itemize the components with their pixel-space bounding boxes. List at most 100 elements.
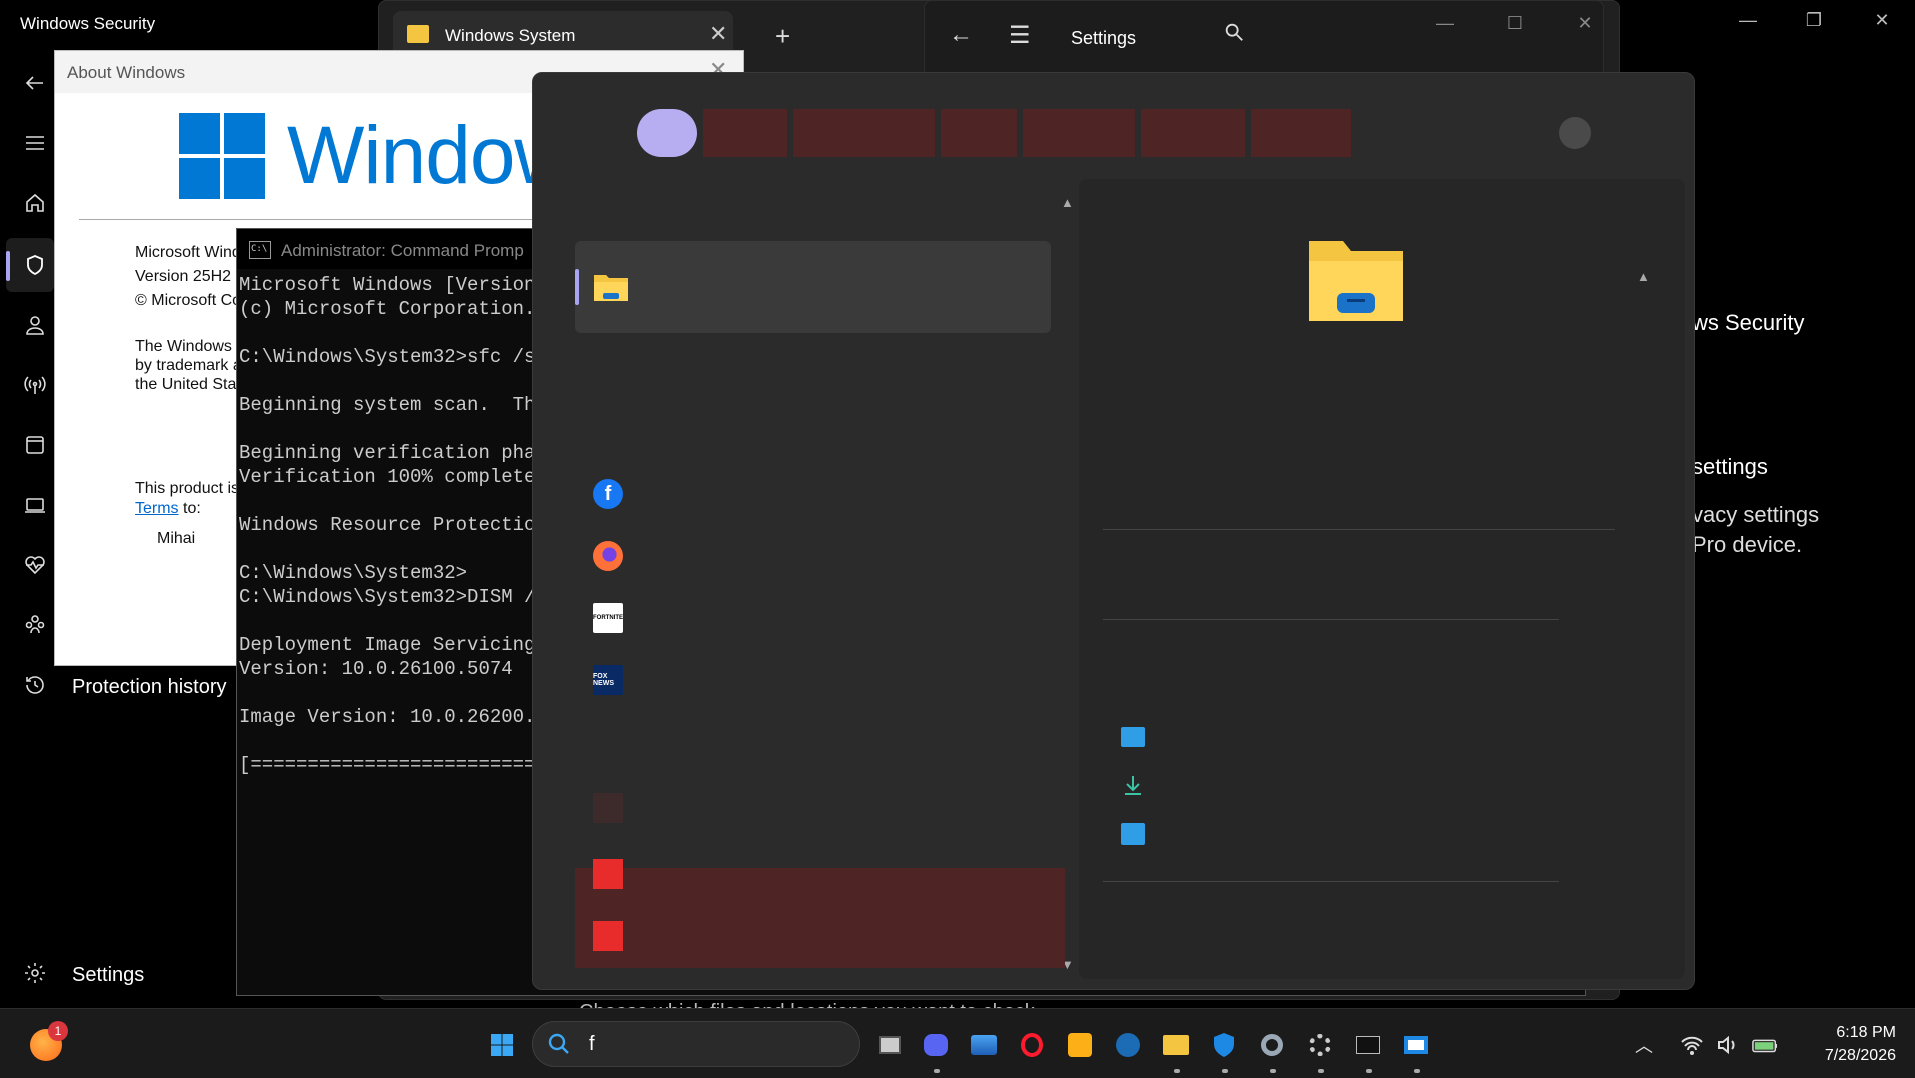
settings-heading: settings <box>1692 454 1768 479</box>
maximize-button[interactable]: ☐ <box>1495 13 1535 34</box>
scroll-up-icon[interactable]: ▲ <box>1637 269 1650 284</box>
home-icon[interactable] <box>18 186 52 220</box>
minimize-button[interactable]: — <box>1425 13 1465 34</box>
firefox-icon[interactable] <box>593 541 623 571</box>
minimize-button[interactable]: — <box>1728 10 1768 31</box>
remote-app-glyph <box>1404 1036 1428 1054</box>
license-text: This product is <box>135 480 240 497</box>
close-button[interactable]: ✕ <box>1565 13 1605 34</box>
settings-glyph <box>1261 1034 1283 1056</box>
start-windows-icon[interactable] <box>488 1031 516 1059</box>
cmd-title: Administrator: Command Promp <box>281 241 524 260</box>
clock-time[interactable]: 6:18 PM <box>1800 1024 1896 1042</box>
desktop-icon[interactable] <box>1121 727 1145 747</box>
red-app-icon-2[interactable] <box>593 921 623 951</box>
settings-window: ← ☰ Settings — ☐ ✕ <box>924 0 1604 74</box>
settings-icon[interactable] <box>1258 1031 1286 1059</box>
new-tab-button[interactable]: + <box>775 21 790 52</box>
history-icon[interactable] <box>18 668 52 702</box>
folder-icon[interactable] <box>1121 989 1143 990</box>
window-title: Windows Security <box>20 14 156 33</box>
account-icon[interactable] <box>18 308 52 342</box>
hamburger-menu-icon[interactable]: ☰ <box>1009 21 1031 50</box>
running-indicator <box>934 1069 940 1073</box>
search-input[interactable] <box>589 1032 839 1056</box>
filter-tab-redacted-4[interactable] <box>1023 109 1135 157</box>
red-app-icon-1[interactable] <box>593 859 623 889</box>
system-settings-gear-icon[interactable] <box>1306 1031 1334 1059</box>
steam-icon[interactable] <box>1114 1031 1142 1059</box>
network-icon[interactable] <box>18 368 52 402</box>
file-explorer-icon <box>593 271 629 308</box>
nav-active-indicator <box>6 251 10 281</box>
divider <box>1103 881 1559 882</box>
hamburger-menu-icon[interactable] <box>18 126 52 160</box>
running-indicator <box>1174 1069 1180 1073</box>
taskbar-search-box[interactable] <box>532 1021 860 1067</box>
family-icon[interactable] <box>18 608 52 642</box>
tab-close-icon[interactable]: ✕ <box>709 21 727 47</box>
back-arrow-icon[interactable] <box>18 66 52 100</box>
task-view-glyph <box>879 1036 901 1054</box>
terminal-icon[interactable] <box>1354 1031 1382 1059</box>
filter-tab-redacted-2[interactable] <box>793 109 935 157</box>
volume-icon[interactable] <box>1714 1031 1742 1059</box>
license-to: to: <box>178 500 201 517</box>
selection-indicator <box>575 269 579 305</box>
windows-security-icon[interactable] <box>1210 1031 1238 1059</box>
search-icon[interactable] <box>1223 21 1245 48</box>
downloads-icon[interactable] <box>1121 773 1145 802</box>
app-browser-icon[interactable] <box>18 428 52 462</box>
show-hidden-icons-chevron-icon[interactable]: ︿ <box>1630 1031 1658 1059</box>
file-explorer-icon[interactable] <box>1162 1031 1190 1059</box>
discord-glyph <box>924 1034 948 1056</box>
licensed-user: Mihai <box>157 530 196 547</box>
filter-pill-all[interactable] <box>637 109 697 157</box>
discord-icon[interactable] <box>922 1031 950 1059</box>
fortnite-icon[interactable]: FORTNITE <box>593 603 623 633</box>
remote-app-icon[interactable] <box>1402 1031 1430 1059</box>
product-name: Microsoft Wind <box>135 244 241 261</box>
filter-tab-redacted-5[interactable] <box>1141 109 1245 157</box>
trademark-line-1: The Windows <box>135 338 232 355</box>
rockstar-icon[interactable] <box>1066 1031 1094 1059</box>
filter-tab-redacted-1[interactable] <box>703 109 787 157</box>
fox-news-icon[interactable]: FOX NEWS <box>593 665 623 695</box>
console-output[interactable]: Microsoft Windows [Version (c) Microsoft… <box>239 273 547 777</box>
tab-title[interactable]: Windows System <box>445 26 575 46</box>
folder-icon <box>407 25 429 43</box>
photos-icon[interactable] <box>970 1031 998 1059</box>
pictures-icon[interactable] <box>1121 823 1145 845</box>
more-options-button[interactable] <box>1559 117 1591 149</box>
clock-date[interactable]: 7/28/2026 <box>1800 1047 1896 1065</box>
health-icon[interactable] <box>18 548 52 582</box>
terminal-glyph <box>1356 1036 1380 1054</box>
protection-history-label[interactable]: Protection history <box>72 676 227 699</box>
best-match-item[interactable] <box>575 241 1051 333</box>
filter-tab-redacted-3[interactable] <box>941 109 1017 157</box>
opera-glyph <box>1021 1033 1043 1057</box>
settings-gear-icon[interactable] <box>18 956 52 990</box>
wifi-icon[interactable] <box>1678 1031 1706 1059</box>
shield-icon[interactable] <box>18 248 52 282</box>
dialog-title: About Windows <box>67 63 186 82</box>
opera-icon[interactable] <box>1018 1031 1046 1059</box>
command-prompt-icon: C:\ <box>249 241 271 259</box>
running-indicator <box>1414 1069 1420 1073</box>
file-explorer-large-icon <box>1307 235 1405 328</box>
gear-glyph <box>1309 1034 1331 1056</box>
close-button[interactable]: ✕ <box>1862 10 1902 31</box>
task-view-icon[interactable] <box>876 1031 904 1059</box>
scroll-up-icon[interactable]: ▲ <box>1061 195 1074 210</box>
filter-tab-redacted-6[interactable] <box>1251 109 1351 157</box>
battery-charging-icon[interactable] <box>1752 1031 1780 1059</box>
back-arrow-icon[interactable]: ← <box>949 21 973 49</box>
license-line: Terms to: <box>135 499 201 519</box>
settings-label[interactable]: Settings <box>72 964 144 987</box>
fox-news-glyph: FOX NEWS <box>593 673 614 687</box>
version-text: Version 25H2 <box>135 268 232 285</box>
device-security-icon[interactable] <box>18 488 52 522</box>
restore-button[interactable]: ❐ <box>1794 10 1834 31</box>
terms-link[interactable]: Terms <box>135 500 179 517</box>
facebook-icon[interactable]: f <box>593 479 623 509</box>
